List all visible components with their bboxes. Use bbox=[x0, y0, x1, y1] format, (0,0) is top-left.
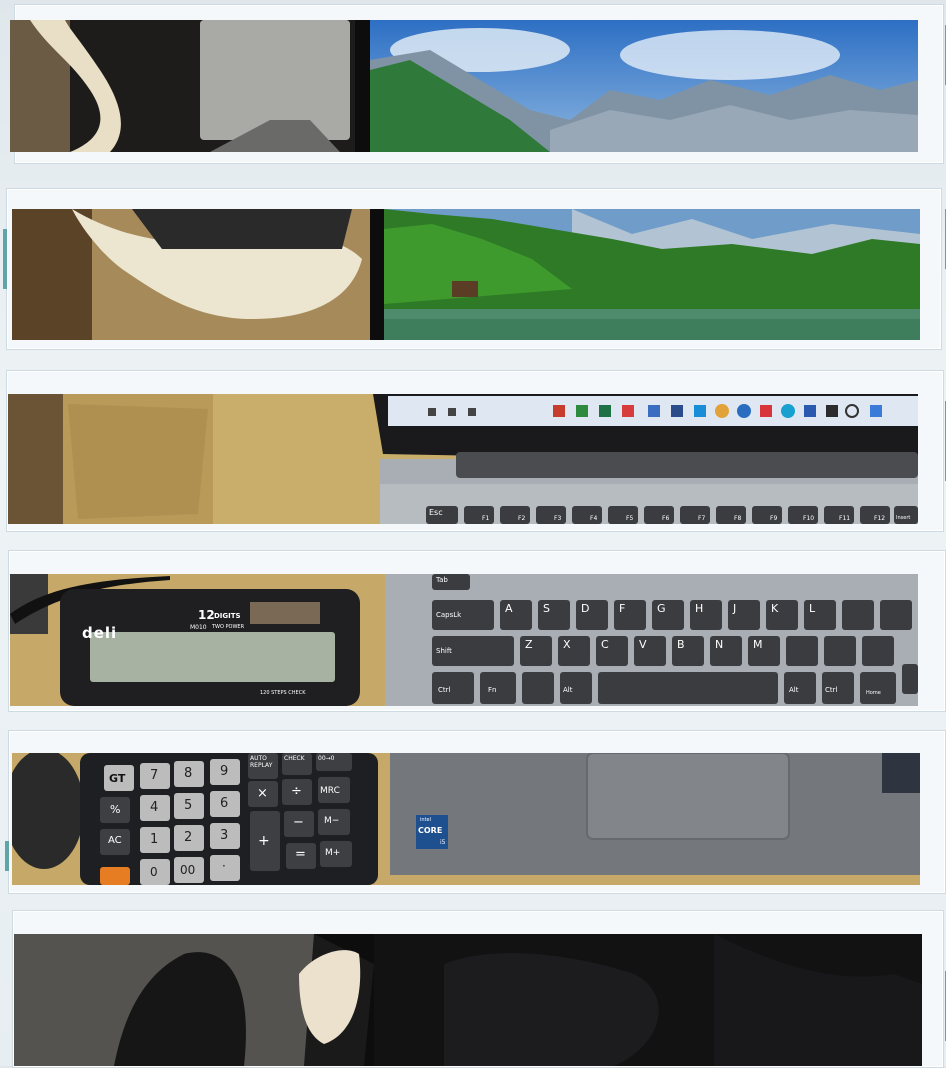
calc-key-00: 00 bbox=[180, 863, 196, 877]
key-j: J bbox=[733, 602, 737, 615]
key-f11: F11 bbox=[839, 515, 851, 522]
calc-key-6: 6 bbox=[220, 796, 229, 811]
key-f9: F9 bbox=[770, 515, 778, 522]
monitor-forest-photo bbox=[12, 209, 920, 340]
calc-key-ac: AC bbox=[108, 835, 122, 846]
key-x: X bbox=[563, 638, 571, 651]
calc-key-equals: = bbox=[295, 847, 306, 862]
calc-key-00-to-0: 00→0 bbox=[318, 755, 335, 762]
monitor-mountain-photo bbox=[10, 20, 918, 152]
key-c: C bbox=[601, 638, 609, 651]
key-n: N bbox=[715, 638, 724, 651]
calc-key-2: 2 bbox=[184, 830, 193, 845]
calc-key-3: 3 bbox=[220, 828, 229, 843]
laptop-taskbar-photo: Esc F1 F2 F3 F4 F5 F6 F7 F8 F9 F10 F11 F… bbox=[8, 394, 918, 524]
calc-key-5: 5 bbox=[184, 798, 193, 813]
key-d: D bbox=[581, 602, 590, 615]
key-tab: Tab bbox=[436, 576, 448, 584]
dark-fabric-photo bbox=[14, 934, 922, 1066]
calc-key-9: 9 bbox=[220, 764, 229, 779]
key-f2: F2 bbox=[518, 515, 526, 522]
calc-key-percent: % bbox=[110, 803, 121, 816]
photo-strip-4: deli 12 DIGITS M010 TWO POWER 120 STEPS … bbox=[0, 542, 946, 712]
intel-badge-core: CORE bbox=[418, 826, 443, 835]
calculator-digits-number: 12 bbox=[198, 608, 215, 622]
key-fn: Fn bbox=[488, 686, 497, 694]
key-ctrl-right: Ctrl bbox=[825, 686, 838, 694]
calculator-model: M010 bbox=[190, 624, 207, 631]
key-h: H bbox=[695, 602, 704, 615]
calc-key-m-minus: M− bbox=[324, 816, 340, 826]
photo-strip-1 bbox=[0, 0, 946, 170]
key-b: B bbox=[677, 638, 685, 651]
key-f4: F4 bbox=[590, 515, 598, 522]
key-l: L bbox=[809, 602, 816, 615]
key-f5: F5 bbox=[626, 515, 634, 522]
calc-key-7: 7 bbox=[150, 768, 159, 783]
key-shift: Shift bbox=[436, 647, 452, 655]
key-f12: F12 bbox=[874, 515, 886, 522]
key-alt-left: Alt bbox=[563, 686, 573, 694]
key-f7: F7 bbox=[698, 515, 706, 522]
key-capslock: CapsLk bbox=[436, 611, 462, 619]
calculator-power: TWO POWER bbox=[212, 624, 245, 630]
intel-badge-brand: intel bbox=[420, 817, 431, 823]
key-v: V bbox=[639, 638, 647, 651]
key-m: M bbox=[753, 638, 763, 651]
key-f1: F1 bbox=[482, 515, 490, 522]
key-s: S bbox=[543, 602, 550, 615]
key-g: G bbox=[657, 602, 666, 615]
photo-strip-3: Esc F1 F2 F3 F4 F5 F6 F7 F8 F9 F10 F11 F… bbox=[0, 362, 946, 532]
calc-key-decimal: · bbox=[222, 859, 226, 873]
key-insert: Insert bbox=[896, 515, 911, 521]
key-home: Home bbox=[866, 690, 881, 696]
intel-badge-i5: i5 bbox=[440, 839, 446, 846]
key-f6: F6 bbox=[662, 515, 670, 522]
calculator-keyboard-photo: deli 12 DIGITS M010 TWO POWER 120 STEPS … bbox=[10, 574, 918, 706]
calc-key-8: 8 bbox=[184, 766, 193, 781]
calc-key-check: CHECK bbox=[284, 755, 305, 762]
key-esc: Esc bbox=[429, 508, 443, 517]
calc-key-4: 4 bbox=[150, 800, 159, 815]
calc-key-mrc: MRC bbox=[320, 786, 340, 796]
calc-key-plus: + bbox=[258, 833, 270, 849]
key-f10: F10 bbox=[803, 515, 815, 522]
calc-key-1: 1 bbox=[150, 832, 159, 847]
photo-strip-5: GT 7 8 9 AUTO REPLAY CHECK 00→0 % 4 5 6 … bbox=[0, 722, 946, 897]
calculator-brand-label: deli bbox=[82, 624, 118, 642]
key-ctrl-left: Ctrl bbox=[438, 686, 451, 694]
key-a: A bbox=[505, 602, 513, 615]
calc-key-0: 0 bbox=[150, 865, 158, 879]
calc-key-m-plus: M+ bbox=[325, 848, 341, 858]
calc-key-multiply: × bbox=[257, 786, 268, 801]
key-f3: F3 bbox=[554, 515, 562, 522]
calculator-digits-word: DIGITS bbox=[214, 612, 241, 620]
key-f8: F8 bbox=[734, 515, 742, 522]
photo-strip-2 bbox=[0, 180, 946, 350]
calc-key-minus: − bbox=[293, 815, 304, 830]
calc-key-gt: GT bbox=[109, 772, 126, 785]
key-z: Z bbox=[525, 638, 533, 651]
key-k: K bbox=[771, 602, 779, 615]
key-alt-right: Alt bbox=[789, 686, 799, 694]
calc-key-auto-replay: AUTO REPLAY bbox=[250, 755, 273, 769]
calculator-steps: 120 STEPS CHECK bbox=[260, 690, 306, 696]
photo-strip-6 bbox=[0, 904, 946, 1068]
calculator-touchpad-photo: GT 7 8 9 AUTO REPLAY CHECK 00→0 % 4 5 6 … bbox=[12, 753, 920, 885]
calc-key-divide: ÷ bbox=[291, 784, 302, 799]
key-f: F bbox=[619, 602, 626, 615]
